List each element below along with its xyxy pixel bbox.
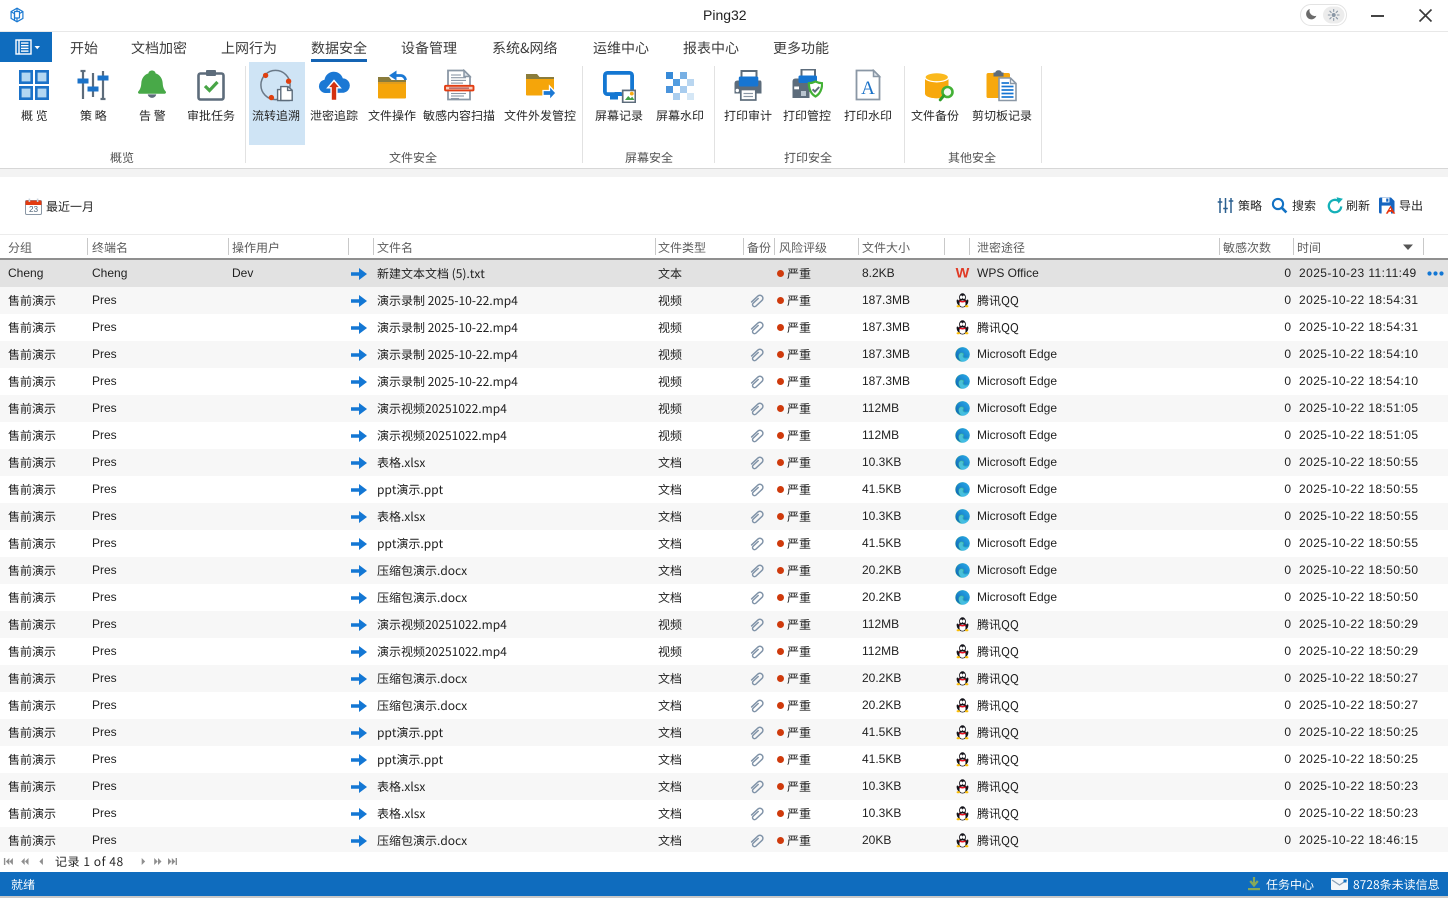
svg-text:W: W (956, 266, 970, 281)
svg-text:23: 23 (29, 205, 39, 214)
svg-text:A: A (861, 78, 875, 99)
